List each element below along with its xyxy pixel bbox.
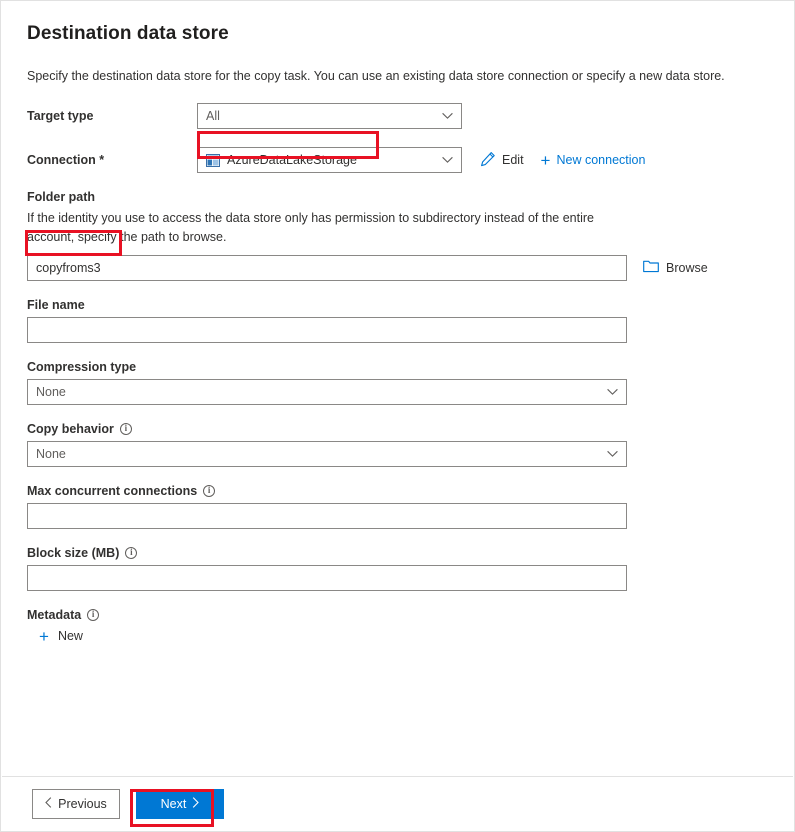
- block-size-input[interactable]: [27, 565, 627, 591]
- previous-button[interactable]: Previous: [32, 789, 120, 819]
- copy-behavior-field: Copy behavior None: [27, 422, 768, 467]
- info-icon[interactable]: [87, 609, 99, 621]
- previous-label: Previous: [58, 797, 107, 811]
- target-type-value: All: [206, 109, 220, 123]
- compression-type-field: Compression type None: [27, 360, 768, 405]
- pencil-icon: [480, 151, 496, 170]
- compression-type-select[interactable]: None: [27, 379, 627, 405]
- new-connection-label: New connection: [556, 153, 645, 167]
- page-description: Specify the destination data store for t…: [27, 67, 768, 85]
- panel-content: Destination data store Specify the desti…: [1, 1, 794, 645]
- folder-path-input[interactable]: copyfroms3: [27, 255, 627, 281]
- edit-connection-button[interactable]: Edit: [480, 151, 524, 170]
- new-connection-button[interactable]: + New connection: [541, 152, 646, 169]
- folder-path-field: Folder path If the identity you use to a…: [27, 190, 768, 281]
- compression-type-label-text: Compression type: [27, 360, 136, 374]
- file-name-label: File name: [27, 298, 768, 312]
- plus-icon: +: [541, 152, 551, 169]
- copy-behavior-label-text: Copy behavior: [27, 422, 114, 436]
- file-name-label-text: File name: [27, 298, 85, 312]
- info-icon[interactable]: [125, 547, 137, 559]
- target-type-select[interactable]: All: [197, 103, 462, 129]
- connection-label: Connection *: [27, 153, 197, 167]
- info-icon[interactable]: [203, 485, 215, 497]
- block-size-field: Block size (MB): [27, 546, 768, 591]
- page-title: Destination data store: [27, 23, 768, 45]
- edit-connection-label: Edit: [502, 153, 524, 167]
- folder-icon: [643, 259, 659, 276]
- metadata-new-label: New: [58, 629, 83, 643]
- block-size-label-text: Block size (MB): [27, 546, 119, 560]
- file-name-input[interactable]: [27, 317, 627, 343]
- chevron-down-icon: [442, 157, 453, 164]
- metadata-label-text: Metadata: [27, 608, 81, 622]
- plus-icon: +: [39, 628, 49, 645]
- folder-path-label-text: Folder path: [27, 190, 95, 204]
- metadata-field: Metadata + New: [27, 608, 768, 645]
- copy-behavior-label: Copy behavior: [27, 422, 768, 436]
- folder-path-value: copyfroms3: [36, 261, 101, 275]
- browse-label: Browse: [666, 261, 708, 275]
- max-concurrent-connections-label-text: Max concurrent connections: [27, 484, 197, 498]
- chevron-down-icon: [442, 113, 453, 120]
- chevron-down-icon: [607, 450, 618, 457]
- chevron-left-icon: [45, 797, 52, 811]
- copy-behavior-select[interactable]: None: [27, 441, 627, 467]
- block-size-label: Block size (MB): [27, 546, 768, 560]
- target-type-label: Target type: [27, 109, 197, 123]
- azure-data-lake-storage-icon: [206, 154, 220, 167]
- connection-row: Connection * AzureDataLakeStorage: [27, 147, 768, 173]
- connection-select[interactable]: AzureDataLakeStorage: [197, 147, 462, 173]
- info-icon[interactable]: [120, 423, 132, 435]
- metadata-new-button[interactable]: + New: [39, 628, 83, 645]
- folder-path-helper: If the identity you use to access the da…: [27, 209, 627, 247]
- target-type-row: Target type All: [27, 103, 768, 129]
- chevron-down-icon: [607, 388, 618, 395]
- connection-value: AzureDataLakeStorage: [227, 153, 357, 167]
- compression-type-value: None: [36, 385, 66, 399]
- destination-data-store-panel: Destination data store Specify the desti…: [0, 0, 795, 832]
- chevron-right-icon: [192, 797, 199, 811]
- max-concurrent-connections-label: Max concurrent connections: [27, 484, 768, 498]
- max-concurrent-connections-input[interactable]: [27, 503, 627, 529]
- metadata-label: Metadata: [27, 608, 768, 622]
- connection-actions: Edit + New connection: [480, 151, 645, 170]
- copy-behavior-value: None: [36, 447, 66, 461]
- next-label: Next: [161, 797, 187, 811]
- folder-path-label: Folder path: [27, 190, 768, 204]
- compression-type-label: Compression type: [27, 360, 768, 374]
- wizard-footer: Previous Next: [2, 776, 793, 830]
- browse-button[interactable]: Browse: [643, 259, 708, 276]
- file-name-field: File name: [27, 298, 768, 343]
- folder-path-input-row: copyfroms3 Browse: [27, 255, 768, 281]
- max-concurrent-connections-field: Max concurrent connections: [27, 484, 768, 529]
- next-button[interactable]: Next: [136, 789, 224, 819]
